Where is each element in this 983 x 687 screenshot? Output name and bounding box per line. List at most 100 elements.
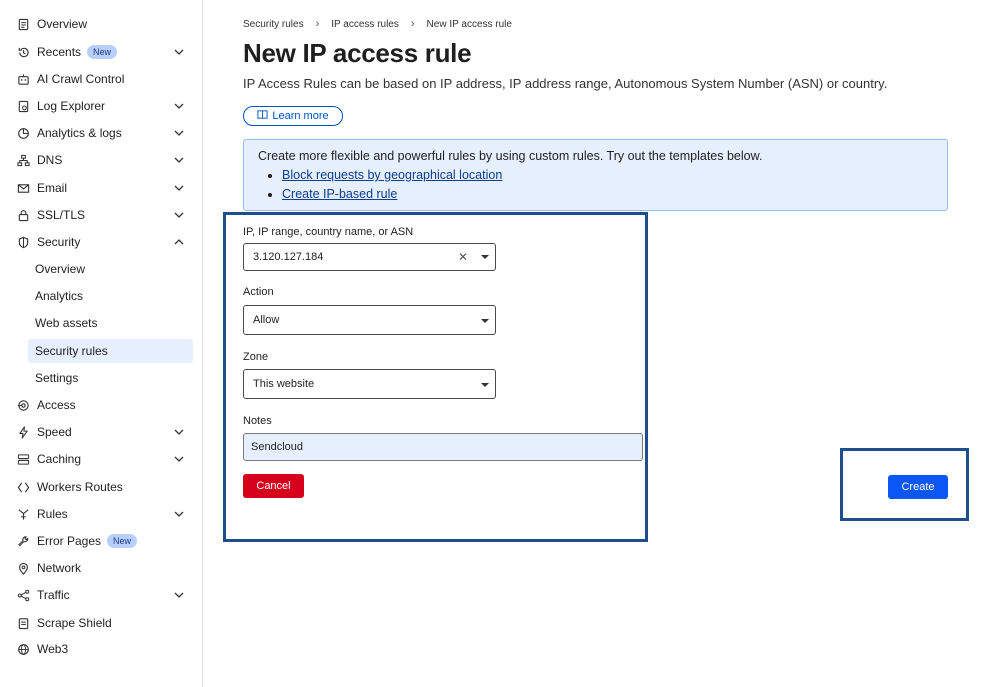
sidebar: Overview Recents New AI Crawl Control Lo… (0, 0, 203, 687)
dropdown-caret-icon[interactable] (481, 383, 489, 387)
sidebar-item-label: Overview (35, 262, 86, 276)
sidebar-item-label: Security (37, 235, 81, 249)
sidebar-item-label: Recents (37, 45, 82, 59)
location-pin-icon (16, 561, 30, 575)
notes-input[interactable] (243, 433, 643, 461)
zone-select[interactable]: This website (243, 369, 496, 399)
traffic-icon (16, 588, 30, 602)
chevron-down-icon[interactable] (173, 99, 185, 111)
sidebar-subitem-web-assets[interactable]: Web assets (28, 311, 193, 335)
link-create-ip-rule[interactable]: Create IP-based rule (282, 187, 397, 201)
sidebar-item-label: Email (37, 181, 68, 195)
sidebar-item-error-pages[interactable]: Error Pages New (8, 529, 193, 553)
sidebar-item-log-explorer[interactable]: Log Explorer (8, 94, 193, 118)
sidebar-item-web3[interactable]: Web3 (8, 637, 193, 661)
sidebar-item-overview[interactable]: Overview (8, 12, 193, 36)
network-tree-icon (16, 153, 30, 167)
sidebar-item-email[interactable]: Email (8, 176, 193, 200)
sidebar-item-label: Network (37, 561, 82, 575)
zone-select-value: This website (253, 378, 315, 390)
sidebar-item-label: Web3 (37, 642, 69, 656)
sidebar-item-traffic[interactable]: Traffic (8, 583, 193, 607)
chevron-down-icon[interactable] (173, 588, 185, 600)
learn-more-button[interactable]: Learn more (243, 106, 343, 126)
sidebar-subitem-security-rules[interactable]: Security rules (28, 339, 193, 363)
book-icon (257, 109, 268, 123)
workers-icon (16, 480, 30, 494)
chevron-right-icon: › (315, 18, 320, 30)
action-select[interactable]: Allow (243, 305, 496, 335)
sidebar-item-ssl-tls[interactable]: SSL/TLS (8, 203, 193, 227)
sidebar-item-label: AI Crawl Control (37, 72, 125, 86)
sidebar-item-access[interactable]: Access (8, 393, 193, 417)
sidebar-item-ai-crawl-control[interactable]: AI Crawl Control (8, 67, 193, 91)
callout-text: Create more flexible and powerful rules … (258, 149, 763, 163)
lightning-icon (16, 425, 30, 439)
create-button[interactable]: Create (888, 475, 948, 499)
page-title: New IP access rule (243, 38, 472, 68)
page-description: IP Access Rules can be based on IP addre… (243, 76, 888, 91)
chevron-down-icon[interactable] (173, 507, 185, 519)
sidebar-item-label: Web assets (35, 316, 98, 330)
sidebar-item-analytics-logs[interactable]: Analytics & logs (8, 121, 193, 145)
sidebar-item-label: Log Explorer (37, 99, 106, 113)
action-field-label: Action (243, 286, 274, 298)
action-select-value: Allow (253, 314, 280, 326)
chevron-down-icon[interactable] (173, 45, 185, 57)
dropdown-caret-icon[interactable] (481, 319, 489, 323)
ip-select[interactable]: 3.120.127.184 ✕ (243, 243, 496, 271)
sidebar-item-label: Access (37, 398, 76, 412)
breadcrumb-ip-access-rules[interactable]: IP access rules (331, 19, 399, 30)
chevron-down-icon[interactable] (173, 153, 185, 165)
shield-icon (16, 235, 30, 249)
sidebar-item-label: Scrape Shield (37, 616, 112, 630)
chevron-down-icon[interactable] (173, 452, 185, 464)
rules-icon (16, 507, 30, 521)
breadcrumb-security-rules[interactable]: Security rules (243, 19, 304, 30)
sidebar-subitem-analytics[interactable]: Analytics (28, 284, 193, 308)
sidebar-item-speed[interactable]: Speed (8, 420, 193, 444)
storage-icon (16, 452, 30, 466)
sidebar-item-label: Rules (37, 507, 68, 521)
ip-field-label: IP, IP range, country name, or ASN (243, 226, 414, 238)
link-block-geo[interactable]: Block requests by geographical location (282, 168, 502, 182)
clipboard-icon (16, 616, 30, 630)
breadcrumb-current: New IP access rule (426, 18, 512, 30)
new-badge: New (87, 45, 118, 59)
sidebar-item-label: Analytics (35, 289, 84, 303)
sidebar-item-label: Caching (37, 452, 82, 466)
pie-chart-icon (16, 126, 30, 140)
sidebar-item-label: Settings (35, 371, 79, 385)
robot-icon (16, 72, 30, 86)
chevron-down-icon[interactable] (173, 425, 185, 437)
sidebar-item-dns[interactable]: DNS (8, 148, 193, 172)
sidebar-subitem-settings[interactable]: Settings (28, 366, 193, 390)
access-icon (16, 398, 30, 412)
chevron-down-icon[interactable] (173, 126, 185, 138)
clear-icon[interactable]: ✕ (458, 250, 468, 264)
lock-icon (16, 208, 30, 222)
history-icon (16, 45, 30, 59)
chevron-down-icon[interactable] (173, 181, 185, 193)
chevron-right-icon: › (410, 18, 415, 30)
sidebar-subitem-overview[interactable]: Overview (28, 257, 193, 281)
sidebar-item-label: Security rules (35, 344, 108, 358)
sidebar-item-workers-routes[interactable]: Workers Routes (8, 475, 193, 499)
document-icon (16, 17, 30, 31)
sidebar-item-scrape-shield[interactable]: Scrape Shield (8, 611, 193, 635)
sidebar-item-label: Analytics & logs (37, 126, 122, 140)
sidebar-item-rules[interactable]: Rules (8, 502, 193, 526)
globe-icon (16, 642, 30, 656)
sidebar-item-caching[interactable]: Caching (8, 447, 193, 471)
dropdown-caret-icon[interactable] (481, 255, 489, 259)
chevron-up-icon[interactable] (173, 235, 185, 247)
sidebar-item-label: SSL/TLS (37, 208, 86, 222)
sidebar-item-recents[interactable]: Recents New (8, 40, 193, 64)
wrench-icon (16, 534, 30, 548)
sidebar-item-network[interactable]: Network (8, 556, 193, 580)
chevron-down-icon[interactable] (173, 208, 185, 220)
cancel-button[interactable]: Cancel (243, 474, 304, 498)
breadcrumb: Security rules › IP access rules › New I… (243, 18, 512, 30)
log-icon (16, 99, 30, 113)
sidebar-item-security[interactable]: Security (8, 230, 193, 254)
